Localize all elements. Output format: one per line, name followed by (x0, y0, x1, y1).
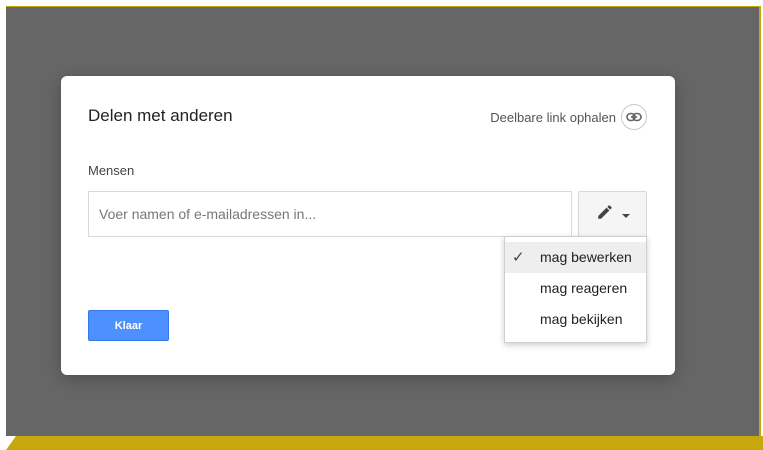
check-icon: ✓ (512, 249, 525, 266)
people-label: Mensen (88, 163, 135, 178)
get-shareable-link-button[interactable]: Deelbare link ophalen (490, 104, 647, 130)
permission-menu: ✓ mag bewerken mag reageren mag bekijken (504, 236, 647, 343)
menu-item-can-edit[interactable]: ✓ mag bewerken (505, 242, 646, 273)
people-input[interactable] (88, 191, 572, 237)
menu-item-can-comment[interactable]: mag reageren (505, 273, 646, 304)
done-button[interactable]: Klaar (88, 310, 169, 341)
share-dialog: Delen met anderen Deelbare link ophalen … (61, 76, 675, 375)
frame-notch (6, 436, 16, 450)
permission-dropdown-button[interactable] (578, 191, 647, 237)
dialog-title: Delen met anderen (88, 106, 233, 125)
get-shareable-link-label: Deelbare link ophalen (490, 109, 616, 125)
menu-item-can-view[interactable]: mag bekijken (505, 304, 646, 335)
menu-item-label: mag reageren (540, 280, 628, 296)
link-icon[interactable] (621, 104, 647, 130)
chevron-down-icon (621, 214, 630, 218)
menu-item-label: mag bewerken (540, 249, 632, 265)
pencil-icon (596, 203, 614, 226)
frame-border-bottom (6, 436, 763, 450)
menu-item-label: mag bekijken (540, 311, 623, 327)
